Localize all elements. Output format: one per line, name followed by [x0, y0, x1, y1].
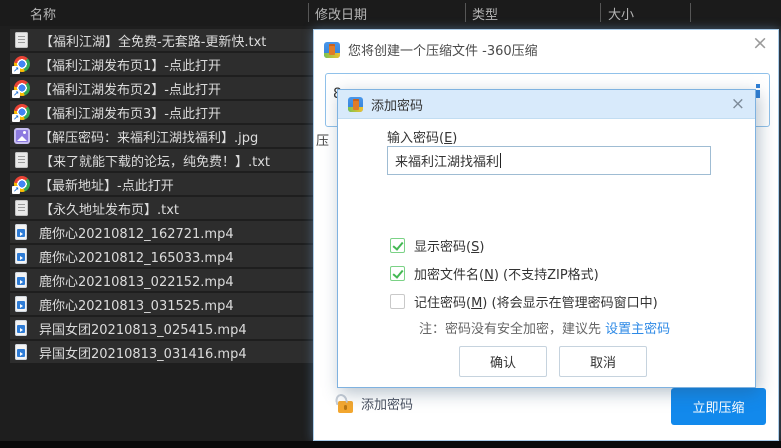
shortcut-arrow-icon: ↗: [12, 90, 20, 98]
add-password-titlebar: 添加密码 ×: [338, 90, 755, 119]
column-size[interactable]: 大小: [608, 4, 634, 23]
unlock-icon: [338, 401, 353, 413]
cancel-button[interactable]: 取消: [559, 346, 647, 377]
checkbox-label: 显示密码(S): [414, 236, 484, 255]
column-name[interactable]: 名称: [30, 4, 56, 23]
password-input[interactable]: 来福利江湖找福利: [387, 146, 711, 175]
checkbox-box[interactable]: [390, 266, 405, 281]
file-name: 异国女团20210813_025415.mp4: [39, 319, 247, 338]
checkbox-label: 记住密码(M) (将会显示在管理密码窗口中): [414, 292, 658, 311]
bottom-taskbar-strip: [0, 441, 781, 448]
compress-config-label: 压: [316, 130, 329, 149]
txt-file-icon: [15, 152, 28, 168]
column-divider: [690, 3, 691, 22]
mp4-file-icon: [15, 272, 27, 288]
txt-file-icon: [15, 200, 28, 216]
app-window: 名称 修改日期 类型 大小 【福利江湖】全免费-无套路-更新快.txt ↗ 【福利江…: [0, 0, 781, 448]
text-caret: [500, 153, 501, 168]
column-divider: [465, 3, 466, 22]
checkbox-show-password[interactable]: 显示密码(S): [390, 236, 484, 255]
add-password-label: 添加密码: [361, 394, 413, 413]
label-text: ): [452, 131, 457, 146]
add-password-dialog: 添加密码 × 输入密码(E) 来福利江湖找福利 显示密码(S) 加密文件名(N)…: [337, 89, 756, 388]
mp4-file-icon: [15, 320, 27, 336]
checkbox-label: 加密文件名(N) (不支持ZIP格式): [414, 264, 599, 283]
file-name: 【福利江湖】全免费-无套路-更新快.txt: [40, 31, 266, 50]
password-value: 来福利江湖找福利: [395, 151, 499, 170]
edit-icon: [756, 84, 760, 98]
password-field-label: 输入密码(E): [387, 127, 457, 146]
checkbox-box[interactable]: [390, 294, 405, 309]
confirm-button[interactable]: 确认: [459, 346, 547, 377]
chrome-file-icon: ↗: [14, 104, 30, 120]
mp4-file-icon: [15, 224, 27, 240]
checkbox-remember-password[interactable]: 记住密码(M) (将会显示在管理密码窗口中): [390, 292, 658, 311]
mp4-file-icon: [15, 248, 27, 264]
file-name: 鹿你心20210813_022152.mp4: [39, 271, 234, 290]
column-divider: [600, 3, 601, 22]
shortcut-arrow-icon: ↗: [12, 186, 20, 194]
shortcut-arrow-icon: ↗: [12, 66, 20, 74]
file-name: 【永久地址发布页】.txt: [40, 199, 179, 218]
compress-dialog-title: 您将创建一个压缩文件 -360压缩: [348, 40, 538, 59]
file-name: 【福利江湖发布页3】-点此打开: [39, 103, 221, 122]
file-name: 异国女团20210813_031416.mp4: [39, 343, 247, 362]
compress-dialog-titlebar: 您将创建一个压缩文件 -360压缩: [324, 40, 538, 59]
jpg-file-icon: [14, 128, 30, 144]
column-modified[interactable]: 修改日期: [315, 4, 367, 23]
file-name: 【解压密码：来福利江湖找福利】.jpg: [39, 127, 258, 146]
mp4-file-icon: [15, 344, 27, 360]
label-text: 输入密码(: [387, 131, 444, 146]
file-name: 【福利江湖发布页2】-点此打开: [39, 79, 221, 98]
compress-now-button[interactable]: 立即压缩: [671, 388, 766, 425]
checkbox-encrypt-filenames[interactable]: 加密文件名(N) (不支持ZIP格式): [390, 264, 599, 283]
file-name: 【福利江湖发布页1】-点此打开: [39, 55, 221, 74]
add-password-link[interactable]: 添加密码: [338, 394, 413, 413]
chrome-file-icon: ↗: [14, 80, 30, 96]
360zip-logo-icon: [324, 42, 340, 58]
close-icon[interactable]: ×: [731, 96, 745, 113]
file-name: 鹿你心20210813_031525.mp4: [39, 295, 234, 314]
file-name: 鹿你心20210812_162721.mp4: [39, 223, 234, 242]
360zip-logo-icon: [348, 97, 363, 112]
close-icon[interactable]: ×: [752, 34, 768, 53]
checkbox-box[interactable]: [390, 238, 405, 253]
file-name: 鹿你心20210812_165033.mp4: [39, 247, 234, 266]
add-password-title: 添加密码: [371, 95, 423, 114]
security-note: 注：密码没有安全加密，建议先 设置主密码: [419, 318, 670, 337]
file-list-header: 名称 修改日期 类型 大小: [0, 0, 781, 26]
set-master-password-link[interactable]: 设置主密码: [605, 322, 670, 337]
shortcut-arrow-icon: ↗: [12, 114, 20, 122]
column-type[interactable]: 类型: [472, 4, 498, 23]
mp4-file-icon: [15, 296, 27, 312]
file-name: 【来了就能下载的论坛，纯免费！】.txt: [40, 151, 270, 170]
txt-file-icon: [15, 32, 28, 48]
chrome-file-icon: ↗: [14, 56, 30, 72]
file-name: 【最新地址】-点此打开: [39, 175, 174, 194]
note-text: 注：密码没有安全加密，建议先: [419, 322, 605, 337]
chrome-file-icon: ↗: [14, 176, 30, 192]
column-divider: [308, 3, 309, 22]
